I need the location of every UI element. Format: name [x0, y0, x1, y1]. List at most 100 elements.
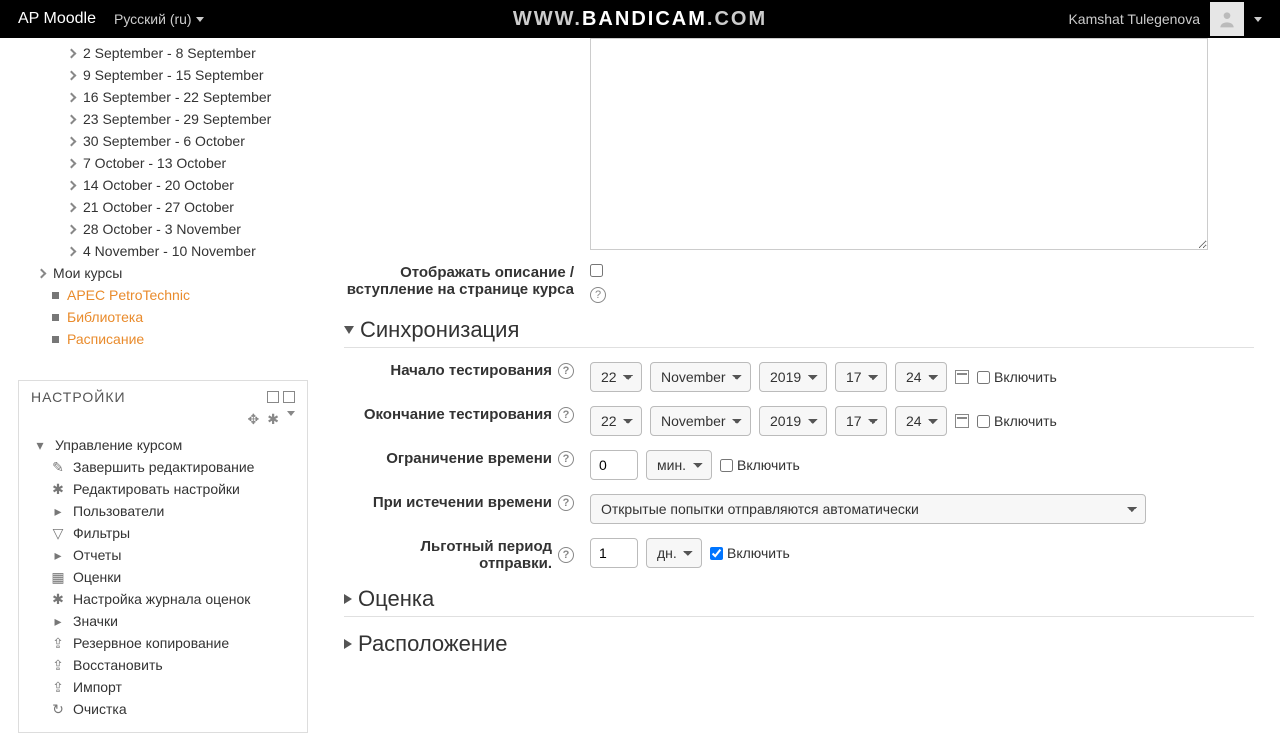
move-icon[interactable]: ✥ — [248, 411, 260, 428]
watermark-main: BANDICAM — [582, 8, 707, 30]
expire-select[interactable]: Открытые попытки отправляются автоматиче… — [590, 494, 1146, 524]
end-min-select[interactable]: 24 — [895, 406, 947, 436]
help-icon[interactable]: ? — [558, 495, 574, 511]
end-hour-select[interactable]: 17 — [835, 406, 887, 436]
nav-week[interactable]: 30 September - 6 October — [83, 133, 245, 149]
start-year-select[interactable]: 2019 — [759, 362, 827, 392]
caret-icon: ▸ — [51, 548, 65, 562]
end-month-select[interactable]: November — [650, 406, 751, 436]
caret-icon: ▸ — [51, 504, 65, 518]
language-select[interactable]: Русский (ru) — [114, 11, 204, 27]
dock-icon[interactable] — [283, 391, 295, 403]
limit-unit-select[interactable]: мин. — [646, 450, 712, 480]
bullet-icon — [52, 292, 59, 299]
nav-week[interactable]: 9 September - 15 September — [83, 67, 264, 83]
nav-week[interactable]: 4 November - 10 November — [83, 243, 256, 259]
settings-item[interactable]: Редактировать настройки — [73, 481, 240, 497]
grace-value-input[interactable] — [590, 538, 638, 568]
caret-right-icon — [37, 268, 47, 278]
settings-item[interactable]: Настройка журнала оценок — [73, 591, 250, 607]
settings-item[interactable]: Фильтры — [73, 525, 130, 541]
user-menu-caret-icon[interactable] — [1254, 17, 1262, 22]
limit-value-input[interactable] — [590, 450, 638, 480]
gear-icon[interactable]: ✱ — [267, 411, 279, 428]
nav-week[interactable]: 28 October - 3 November — [83, 221, 241, 237]
nav-week[interactable]: 14 October - 20 October — [83, 177, 234, 193]
caret-right-icon — [67, 180, 77, 190]
collapse-icon — [344, 594, 352, 604]
user-icon — [1217, 9, 1237, 29]
box-up-icon: ⇪ — [51, 636, 65, 650]
end-label: Окончание тестирования — [364, 406, 552, 423]
settings-item[interactable]: Очистка — [73, 701, 127, 717]
caret-right-icon — [67, 48, 77, 58]
recycle-icon: ↻ — [51, 702, 65, 716]
help-icon[interactable]: ? — [558, 547, 574, 563]
nav-link[interactable]: Расписание — [67, 331, 144, 347]
nav-week[interactable]: 7 October - 13 October — [83, 155, 226, 171]
settings-item[interactable]: Пользователи — [73, 503, 164, 519]
bullet-icon — [52, 314, 59, 321]
calendar-icon[interactable] — [955, 414, 969, 428]
end-enable[interactable]: Включить — [977, 413, 1057, 429]
grid-icon: ▦ — [51, 570, 65, 584]
end-day-select[interactable]: 22 — [590, 406, 642, 436]
description-textarea[interactable] — [590, 38, 1208, 250]
caret-right-icon — [67, 70, 77, 80]
nav-my-courses[interactable]: Мои курсы — [53, 265, 122, 281]
settings-block-title: НАСТРОЙКИ — [31, 389, 126, 405]
settings-item[interactable]: Завершить редактирование — [73, 459, 254, 475]
watermark-suffix: .COM — [707, 8, 767, 30]
bullet-icon — [52, 336, 59, 343]
help-icon[interactable]: ? — [558, 363, 574, 379]
caret-icon: ▸ — [51, 614, 65, 628]
box-up-icon: ⇪ — [51, 658, 65, 672]
help-icon[interactable]: ? — [590, 287, 606, 303]
section-layout[interactable]: Расположение — [344, 631, 1254, 657]
start-min-select[interactable]: 24 — [895, 362, 947, 392]
nav-link[interactable]: Библиотека — [67, 309, 143, 325]
section-sync[interactable]: Синхронизация — [344, 317, 1254, 343]
settings-item[interactable]: Восстановить — [73, 657, 163, 673]
box-up-icon: ⇪ — [51, 680, 65, 694]
nav-week[interactable]: 21 October - 27 October — [83, 199, 234, 215]
avatar[interactable] — [1210, 2, 1244, 36]
settings-item[interactable]: Оценки — [73, 569, 121, 585]
caret-right-icon — [67, 92, 77, 102]
navigation-block: 2 September - 8 September 9 September - 1… — [18, 42, 308, 362]
section-grade[interactable]: Оценка — [344, 586, 1254, 612]
settings-item[interactable]: Резервное копирование — [73, 635, 229, 651]
section-layout-label: Расположение — [358, 631, 508, 657]
collapse-icon[interactable] — [267, 391, 279, 403]
show-desc-checkbox[interactable] — [590, 264, 603, 277]
grace-unit-select[interactable]: дн. — [646, 538, 702, 568]
start-day-select[interactable]: 22 — [590, 362, 642, 392]
brand[interactable]: AP Moodle — [18, 10, 96, 28]
settings-item[interactable]: Значки — [73, 613, 118, 629]
language-label: Русский (ru) — [114, 11, 192, 27]
nav-week[interactable]: 16 September - 22 September — [83, 89, 271, 105]
start-hour-select[interactable]: 17 — [835, 362, 887, 392]
user-name[interactable]: Kamshat Tulegenova — [1068, 11, 1200, 27]
help-icon[interactable]: ? — [558, 407, 574, 423]
chevron-down-icon[interactable] — [287, 411, 295, 416]
end-year-select[interactable]: 2019 — [759, 406, 827, 436]
caret-right-icon — [67, 202, 77, 212]
nav-week[interactable]: 23 September - 29 September — [83, 111, 271, 127]
nav-week[interactable]: 2 September - 8 September — [83, 45, 256, 61]
collapse-icon — [344, 639, 352, 649]
help-icon[interactable]: ? — [558, 451, 574, 467]
limit-enable[interactable]: Включить — [720, 457, 800, 473]
settings-item[interactable]: Импорт — [73, 679, 122, 695]
settings-item[interactable]: Отчеты — [73, 547, 121, 563]
watermark: WWW.BANDICAM.COM — [513, 8, 767, 31]
gear-icon: ✱ — [51, 592, 65, 606]
start-enable[interactable]: Включить — [977, 369, 1057, 385]
caret-right-icon — [67, 136, 77, 146]
course-admin-root[interactable]: Управление курсом — [55, 437, 182, 453]
grace-enable[interactable]: Включить — [710, 545, 790, 561]
calendar-icon[interactable] — [955, 370, 969, 384]
caret-right-icon — [67, 158, 77, 168]
start-month-select[interactable]: November — [650, 362, 751, 392]
nav-link[interactable]: APEC PetroTechnic — [67, 287, 190, 303]
